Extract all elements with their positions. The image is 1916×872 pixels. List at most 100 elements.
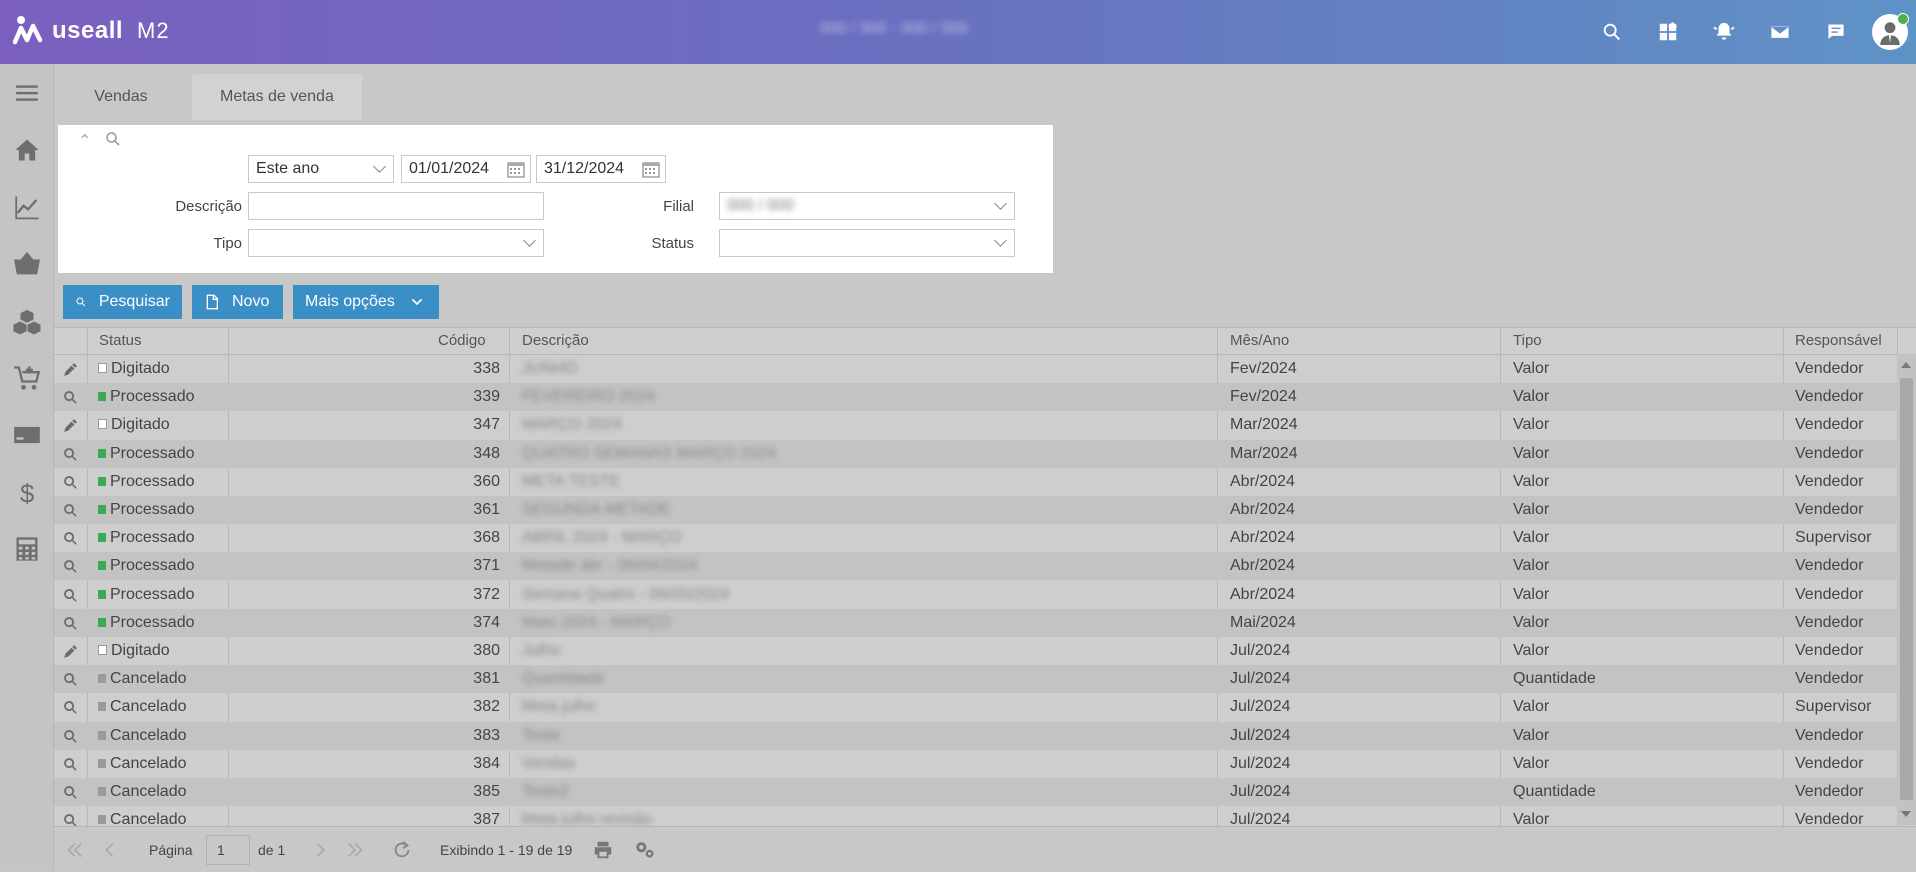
tipo-select[interactable] <box>248 229 544 257</box>
prev-page-icon[interactable] <box>99 827 121 872</box>
calendar-icon[interactable] <box>642 160 660 178</box>
chat-icon[interactable] <box>1808 0 1864 64</box>
app-logo[interactable]: useall M2 <box>12 14 170 48</box>
status-cell: Cancelado <box>98 755 187 773</box>
status-indicator <box>98 702 106 712</box>
vertical-scrollbar[interactable] <box>1897 354 1916 825</box>
scroll-up-icon[interactable] <box>1901 362 1911 368</box>
table-row[interactable]: Processado 348 QUATRO SEMANAS MARÇO 2024 Ma… <box>54 439 1897 468</box>
codigo-cell: 381 <box>473 670 500 688</box>
view-icon[interactable] <box>62 502 80 520</box>
tab-vendas[interactable]: Vendas <box>54 74 188 120</box>
credit-card-icon[interactable] <box>0 406 53 463</box>
avatar[interactable] <box>1872 13 1909 50</box>
first-page-icon[interactable] <box>64 827 86 872</box>
date-from-field[interactable]: 01/01/2024 <box>401 155 531 183</box>
pesquisar-button[interactable]: Pesquisar <box>63 285 182 319</box>
logo-text: useall <box>52 17 124 44</box>
basket-icon[interactable] <box>0 235 53 292</box>
view-icon[interactable] <box>62 812 80 826</box>
col-codigo[interactable]: Código <box>438 332 486 349</box>
table-row[interactable]: Processado 372 Semana Quatro - 06/05/2024 A… <box>54 581 1897 609</box>
top-header: useall M2 000 / 000 - 000 / 000 <box>0 0 1916 64</box>
boxes-icon[interactable] <box>0 292 53 349</box>
novo-button[interactable]: Novo <box>192 285 283 319</box>
col-tipo[interactable]: Tipo <box>1513 332 1542 349</box>
cart-add-icon[interactable] <box>0 349 53 406</box>
scroll-down-icon[interactable] <box>1901 811 1911 817</box>
view-icon[interactable] <box>62 446 80 464</box>
print-icon[interactable] <box>592 827 614 872</box>
table-row[interactable]: Processado 371 Metade abr - 06/04/2024 Abr/… <box>54 552 1897 581</box>
view-icon[interactable] <box>62 389 80 407</box>
tipo-cell: Valor <box>1513 388 1550 406</box>
tab-metas-de-venda[interactable]: Metas de venda <box>192 74 362 120</box>
view-icon[interactable] <box>62 474 80 492</box>
collapse-filter-icon[interactable]: ⌃ <box>78 131 91 151</box>
codigo-cell: 382 <box>473 698 500 716</box>
mais-opcoes-button[interactable]: Mais opções <box>293 285 439 319</box>
tipo-cell: Valor <box>1513 416 1550 434</box>
edit-icon[interactable] <box>62 417 80 435</box>
table-row[interactable]: Digitado 338 JUNHO Fev/2024 Valor Vendedor <box>54 355 1897 383</box>
chart-line-icon[interactable] <box>0 178 53 235</box>
view-icon[interactable] <box>62 587 80 605</box>
view-icon[interactable] <box>62 728 80 746</box>
table-row[interactable]: Processado 368 ABRIL 2024 - MARÇO Abr/2024 V… <box>54 524 1897 552</box>
codigo-cell: 383 <box>473 726 500 744</box>
status-indicator <box>98 589 106 599</box>
descricao-input[interactable] <box>248 192 544 220</box>
refresh-icon[interactable] <box>391 827 413 872</box>
tipo-cell: Valor <box>1513 557 1550 575</box>
date-to-field[interactable]: 31/12/2024 <box>536 155 666 183</box>
next-page-icon[interactable] <box>309 827 331 872</box>
table-row[interactable]: Cancelado 385 Teste2 Jul/2024 Quantidade Vend… <box>54 778 1897 806</box>
table-row[interactable]: Processado 361 SEGUNDA METADE Abr/2024 Valor… <box>54 496 1897 524</box>
view-icon[interactable] <box>62 530 80 548</box>
scroll-thumb[interactable] <box>1900 378 1913 800</box>
table-row[interactable]: Processado 339 FEVEREIRO 2024 Fev/2024 Valor… <box>54 383 1897 412</box>
col-mes-ano[interactable]: Mês/Ano <box>1230 332 1289 349</box>
col-status[interactable]: Status <box>99 332 142 349</box>
view-icon[interactable] <box>62 784 80 802</box>
table-row[interactable]: Digitado 380 Julho Jul/2024 Valor Vendedor <box>54 637 1897 665</box>
table-row[interactable]: Cancelado 383 Teste Jul/2024 Valor Vendedor <box>54 721 1897 750</box>
settings-icon[interactable] <box>634 827 656 872</box>
table-row[interactable]: Processado 360 META TESTE Abr/2024 Valor Vend… <box>54 468 1897 496</box>
filial-select[interactable]: 000 / 000 <box>719 192 1015 220</box>
status-cell: Processado <box>98 501 195 519</box>
dollar-icon[interactable]: $ <box>0 463 53 520</box>
table-row[interactable]: Processado 374 Maio 2024 - MARÇO Mai/2024 Va… <box>54 608 1897 637</box>
edit-icon[interactable] <box>62 361 80 379</box>
calendar-icon[interactable] <box>507 160 525 178</box>
periodo-select[interactable]: Este ano <box>248 155 394 183</box>
col-responsavel[interactable]: Responsável <box>1795 332 1882 349</box>
puzzle-icon[interactable] <box>1640 0 1696 64</box>
table-row[interactable]: Cancelado 381 Quantidade Jul/2024 Quantidade… <box>54 665 1897 694</box>
bell-icon[interactable] <box>1696 0 1752 64</box>
descricao-cell: META TESTE <box>522 472 621 490</box>
col-descricao[interactable]: Descrição <box>522 332 589 349</box>
table-row[interactable]: Cancelado 387 Meta julho revisão Jul/2024 Va… <box>54 806 1897 826</box>
calculator-icon[interactable] <box>0 520 53 577</box>
status-label: Status <box>651 235 694 252</box>
table-row[interactable]: Cancelado 384 Vendas Jul/2024 Valor Vendedor <box>54 750 1897 778</box>
last-page-icon[interactable] <box>344 827 366 872</box>
search-icon[interactable] <box>1584 0 1640 64</box>
home-icon[interactable] <box>0 121 53 178</box>
view-icon[interactable] <box>62 699 80 717</box>
menu-icon[interactable] <box>0 64 53 121</box>
view-icon[interactable] <box>62 558 80 576</box>
table-row[interactable]: Cancelado 382 Meta julho Jul/2024 Valor Super… <box>54 693 1897 721</box>
view-icon[interactable] <box>62 671 80 689</box>
descricao-label: Descrição <box>175 198 242 215</box>
view-icon[interactable] <box>62 756 80 774</box>
status-cell: Cancelado <box>98 670 187 688</box>
status-select[interactable] <box>719 229 1015 257</box>
page-number-input[interactable]: 1 <box>206 834 250 865</box>
edit-icon[interactable] <box>62 643 80 661</box>
tipo-cell: Valor <box>1513 472 1550 490</box>
mail-icon[interactable] <box>1752 0 1808 64</box>
view-icon[interactable] <box>62 615 80 633</box>
table-row[interactable]: Digitado 347 MARÇO 2024 Mar/2024 Valor Vended… <box>54 411 1897 439</box>
